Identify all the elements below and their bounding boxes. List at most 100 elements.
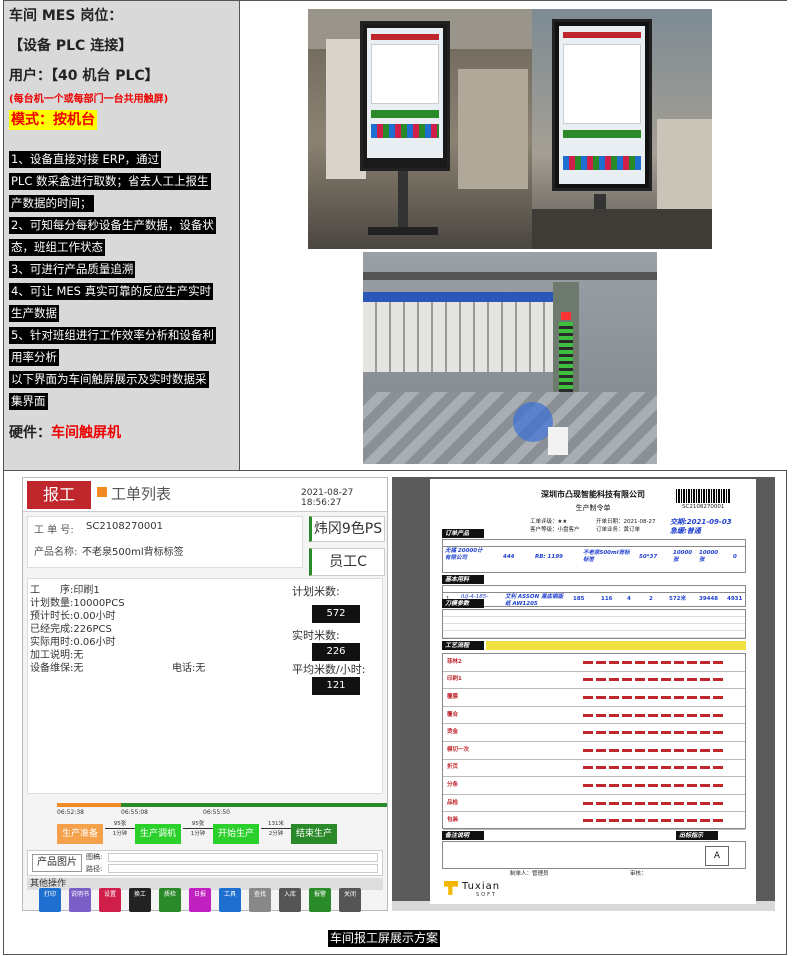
desc-line: 2、可知每分每秒设备生产数据，设备状 [9, 217, 216, 234]
avg-value: 121 [312, 677, 360, 695]
order-grade: 工单评级：★★ [530, 519, 568, 525]
tab-order-list[interactable]: 工单列表 [111, 483, 171, 504]
phase-gap-top: 95张 [191, 821, 205, 827]
plc-cabinet-photo [363, 252, 657, 464]
phase-gap-bottom: 1分钟 [183, 828, 213, 837]
tool-button[interactable]: 日报 [189, 888, 211, 912]
product-cell: 无福 20000计 有限公司 [445, 548, 483, 561]
path-label: 路径: [86, 865, 103, 873]
product-cell: 不老泉500ml背标标签 [583, 550, 630, 563]
tool-button[interactable]: 质检 [159, 888, 181, 912]
mode-label: 模式：按机台 [9, 110, 97, 130]
process-detail [583, 713, 723, 717]
process-detail [583, 660, 723, 664]
desc-line: 产数据的时间； [9, 195, 94, 212]
timeline-time: 06:55:50 [203, 809, 230, 816]
process-step: 烫金 [447, 729, 459, 736]
phase-gap-top: 131米 [268, 821, 284, 827]
avg-label: 平均米数/小时: [292, 663, 366, 676]
tab-report[interactable]: 报工 [27, 481, 91, 509]
tool-button[interactable]: 打印 [39, 888, 61, 912]
product-image-row: 产品图片 图稿: 路径: [27, 850, 383, 876]
order-no: SC2108270001 [86, 521, 163, 532]
user-title: 用户：【40 机台 PLC】 [9, 68, 159, 84]
timeline-bar [237, 803, 387, 807]
product-cell: RB: 1199 [535, 554, 563, 560]
phase-gap: 95张 1分钟 [183, 819, 213, 837]
desc-line: 集界面 [9, 393, 48, 410]
plan-m-label: 计划米数: [292, 585, 340, 598]
desc-line: 生产数据 [9, 305, 59, 322]
material-cell: 2 [649, 596, 653, 602]
touchscreen-photo-2 [532, 9, 712, 249]
drawing-label: 图稿: [86, 853, 103, 861]
tool-button[interactable]: 设置 [99, 888, 121, 912]
product-cell: 10000张 [673, 550, 693, 563]
mes-report-screen: 报工 工单列表 2021-08-27 18:56:27 工 单 号: SC210… [22, 477, 388, 912]
actual-m-value: 226 [312, 643, 360, 661]
production-order-doc: 深圳市凸现智能科技有限公司 生产制令单 SC2108270001 工单评级：★★… [430, 479, 756, 904]
tool-row: 打印 说明书 设置 换工 质检 日报 工具 查找 入库 报警 关闭 [27, 888, 383, 912]
tool-button[interactable]: 说明书 [69, 888, 91, 912]
actual-m-label: 实时米数: [292, 629, 340, 642]
tool-button[interactable]: 关闭 [339, 888, 361, 912]
section-order-product: 订单产品 [442, 529, 484, 538]
description-list: 1、设备直接对接 ERP，通过 PLC 数采盒进行取数；省去人工上报生 产数据的… [9, 148, 234, 410]
process-detail [583, 783, 723, 787]
process-row: 烫金 [443, 724, 745, 742]
product-cell: 50*37 [639, 554, 658, 560]
phase-gap: 95张 1分钟 [105, 819, 135, 837]
hardware-line: 硬件：车间触屏机 [9, 422, 234, 442]
desc-line: 用率分析 [9, 349, 59, 366]
phase-gap: 131米 2分钟 [261, 819, 291, 837]
label-direction-box: A [705, 846, 729, 866]
drawing-field[interactable] [108, 853, 378, 862]
tuxian-logo-icon [444, 881, 458, 895]
section-label-guide: 出标指示 [676, 831, 718, 840]
post-title: 车间 MES 岗位： [9, 8, 123, 24]
desc-line: 1、设备直接对接 ERP，通过 [9, 151, 162, 168]
process-step: 菲林2 [447, 658, 462, 665]
process-step: 覆膜 [447, 693, 459, 700]
phase-prepare-button[interactable]: 生产准备 [57, 824, 103, 844]
section-die-params: 刀模参数 [442, 599, 484, 608]
tool-button[interactable]: 报警 [309, 888, 331, 912]
tool-button[interactable]: 工具 [219, 888, 241, 912]
hardware-value: 车间触屏机 [51, 425, 121, 441]
process-step: 覆合 [447, 711, 459, 718]
phase-start-button[interactable]: 开始生产 [213, 824, 259, 844]
machine-name: 炜冈9色PS [309, 516, 385, 542]
phone-label: 电话: [172, 663, 196, 674]
process-detail [583, 801, 723, 805]
product-cell: 0 [733, 554, 737, 560]
tool-button[interactable]: 换工 [129, 888, 151, 912]
phase-gap-bottom: 2分钟 [261, 828, 291, 837]
tool-button[interactable]: 查找 [249, 888, 271, 912]
process-row: 品检 [443, 795, 745, 813]
product-cell: 444 [503, 554, 515, 560]
issue-date: 开单日期：2021-08-27 [596, 519, 656, 525]
barcode [676, 489, 730, 503]
plc-connection-title: 【设备 PLC 连接】 [9, 38, 133, 54]
process-detail [583, 731, 723, 735]
material-cell: 艾利 ASSON 黑底铜版纸 AW1205 [505, 594, 564, 607]
phase-gap-bottom: 1分钟 [105, 828, 135, 837]
product-image-button[interactable]: 产品图片 [32, 854, 82, 872]
phase-tuning-button[interactable]: 生产调机 [135, 824, 181, 844]
product-name-label: 产品名称: [34, 547, 78, 558]
urgency: 急缓:普通 [670, 527, 701, 535]
desc-line: PLC 数采盒进行取数；省去人工上报生 [9, 173, 211, 190]
process-row: 折页 [443, 760, 745, 778]
caption: 车间报工屏展示方案 [328, 930, 441, 947]
maint-value: 无 [73, 663, 84, 674]
phase-end-button[interactable]: 结束生产 [291, 824, 337, 844]
phone-row: 电话:无 [172, 659, 205, 674]
tool-button[interactable]: 入库 [279, 888, 301, 912]
materials-table: 1 IUJ-4-185-0003 艾利 ASSON 黑底铜版纸 AW1205 1… [442, 585, 746, 607]
process-detail [583, 695, 723, 699]
order-info: 工 单 号: SC2108270001 产品名称: 不老泉500ml背标标签 [27, 516, 303, 568]
process-step: 品检 [447, 799, 459, 806]
material-cell: 4 [627, 596, 631, 602]
path-field[interactable] [108, 864, 378, 873]
material-cell: 185 [573, 596, 585, 602]
